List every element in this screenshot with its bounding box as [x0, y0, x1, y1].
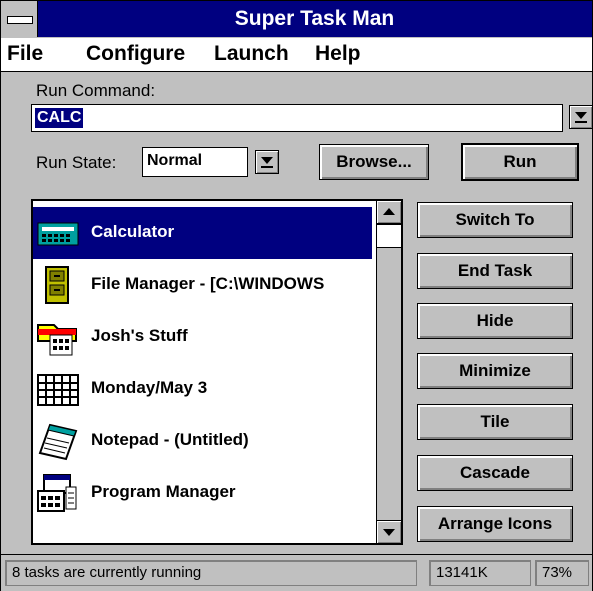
task-row-program-manager[interactable]: Program Manager	[33, 467, 372, 519]
task-row-joshs-stuff[interactable]: Josh's Stuff	[33, 311, 372, 363]
scroll-down-button[interactable]	[377, 520, 401, 543]
run-button[interactable]: Run	[461, 143, 579, 181]
switch-to-button[interactable]: Switch To	[417, 202, 573, 238]
menu-configure[interactable]: Configure	[86, 42, 185, 66]
system-menu-button[interactable]	[1, 1, 38, 37]
minimize-button[interactable]: Minimize	[417, 353, 573, 389]
cascade-button[interactable]: Cascade	[417, 455, 573, 491]
run-state-select[interactable]: Normal	[142, 147, 248, 177]
task-label: Calculator	[91, 222, 175, 241]
menu-help[interactable]: Help	[315, 42, 361, 66]
task-list-scrollbar[interactable]	[376, 201, 401, 543]
menu-file[interactable]: File	[7, 42, 43, 66]
status-bar: 8 tasks are currently running 13141K 73%	[1, 554, 592, 591]
notepad-icon	[38, 423, 78, 461]
title-bar[interactable]: Super Task Man	[1, 1, 592, 37]
calendar-icon	[37, 374, 79, 406]
run-command-input[interactable]: CALC	[31, 104, 563, 132]
run-command-label: Run Command:	[36, 81, 156, 100]
tile-button[interactable]: Tile	[417, 404, 573, 440]
menu-bar: File Configure Launch Help	[1, 38, 592, 72]
file-cabinet-icon	[45, 266, 69, 304]
task-label: File Manager - [C:\WINDOWS	[91, 274, 325, 293]
task-label: Monday/May 3	[91, 378, 208, 397]
task-label: Josh's Stuff	[91, 326, 188, 345]
task-row-file-manager[interactable]: File Manager - [C:\WINDOWS	[33, 259, 372, 311]
memory-indicator: 13141K	[429, 560, 531, 586]
program-group-icon	[37, 324, 77, 356]
arrange-icons-button[interactable]: Arrange Icons	[417, 506, 573, 542]
scroll-thumb[interactable]	[377, 224, 401, 248]
window-title: Super Task Man	[234, 7, 395, 30]
run-state-value: Normal	[147, 152, 203, 169]
scroll-up-button[interactable]	[377, 201, 401, 224]
end-task-button[interactable]: End Task	[417, 253, 573, 289]
task-row-calendar[interactable]: Monday/May 3	[33, 363, 372, 415]
status-message: 8 tasks are currently running	[5, 560, 417, 586]
run-command-value: CALC	[35, 108, 84, 128]
task-row-calculator[interactable]: Calculator	[33, 207, 372, 259]
run-command-dropdown-button[interactable]	[569, 105, 593, 129]
task-row-notepad[interactable]: Notepad - (Untitled)	[33, 415, 372, 467]
system-menu-icon	[7, 16, 33, 24]
run-state-label: Run State:	[36, 153, 117, 172]
resources-indicator: 73%	[535, 560, 589, 586]
hide-button[interactable]: Hide	[417, 303, 573, 339]
task-list[interactable]: Calculator File Manager - [C:\WINDOWS Jo…	[31, 199, 403, 545]
program-manager-icon	[37, 474, 77, 512]
calculator-icon	[37, 222, 79, 246]
menu-launch[interactable]: Launch	[214, 42, 289, 66]
run-state-dropdown-button[interactable]	[255, 150, 279, 174]
main-window: Super Task Man File Configure Launch Hel…	[0, 0, 593, 591]
task-label: Program Manager	[91, 482, 236, 501]
browse-button[interactable]: Browse...	[319, 144, 429, 180]
task-label: Notepad - (Untitled)	[91, 430, 249, 449]
